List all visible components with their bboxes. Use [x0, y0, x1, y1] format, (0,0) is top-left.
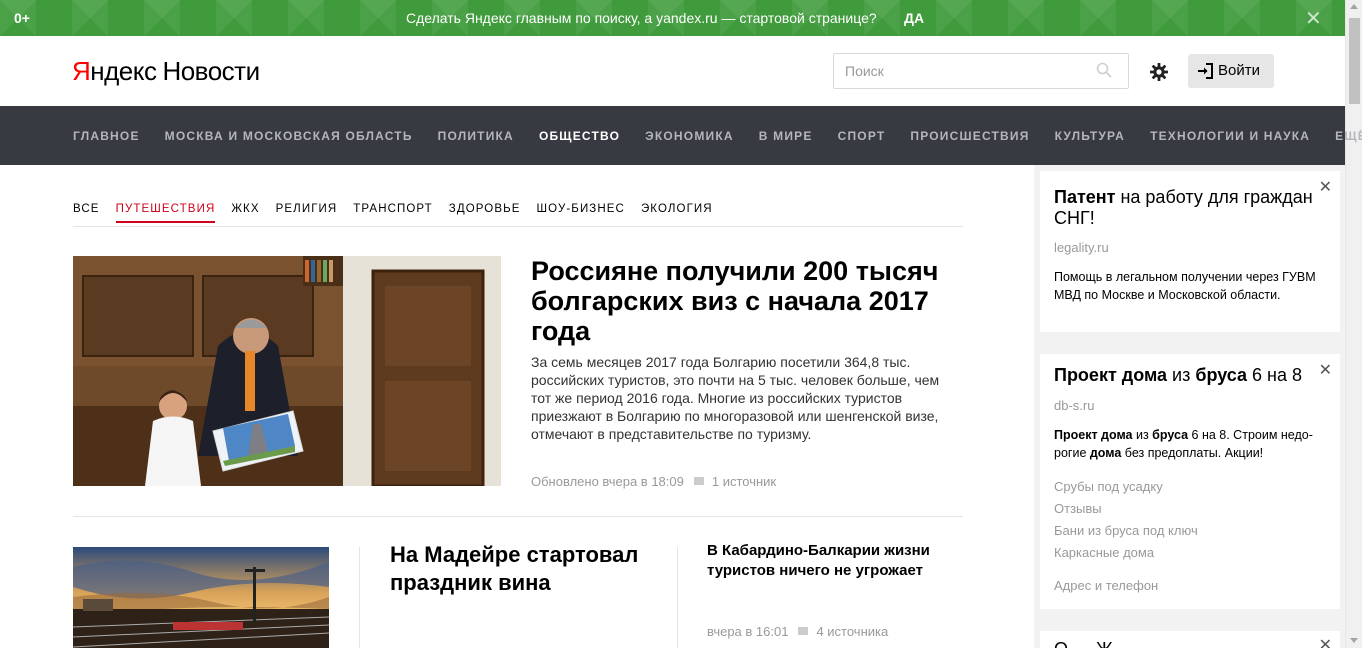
search-input[interactable] — [845, 63, 1085, 79]
sources-icon — [693, 477, 704, 485]
story3-sources-link[interactable]: 4 источника — [816, 624, 888, 639]
story3-meta: вчера в 16:01 4 источника — [707, 624, 888, 639]
scrollbar-thumb[interactable] — [1349, 18, 1360, 104]
yandex-news-logo[interactable]: Яндекс Новости — [72, 56, 260, 87]
ad-contact-link[interactable]: Адрес и телефон — [1054, 578, 1158, 593]
main-story-text: За семь месяцев 2017 года Болгарию посет… — [531, 354, 940, 442]
story-divider — [73, 516, 963, 517]
site-header: ЯндексНовости Войти — [0, 36, 1345, 106]
promo-bar: 0+ Сделать Яндекс главным по поиску, а y… — [0, 0, 1345, 36]
nav-item-moscow[interactable]: МОСКВА И МОСКОВСКАЯ ОБЛАСТЬ — [165, 129, 413, 143]
main-story-updated: Обновлено вчера в 18:09 — [531, 474, 684, 489]
promo-message: Сделать Яндекс главным по поиску, а yand… — [406, 10, 877, 26]
nav-item-main[interactable]: ГЛАВНОЕ — [73, 129, 140, 143]
ad-description: Помощь в легальном получении через ГУВМ … — [1054, 270, 1316, 302]
scroll-down-icon[interactable] — [1350, 638, 1358, 643]
login-button[interactable]: Войти — [1188, 54, 1274, 88]
subnav-item-showbiz[interactable]: ШОУ-БИЗНЕС — [537, 203, 625, 223]
ad-title[interactable]: Патент на работу для граждан СНГ! — [1054, 187, 1326, 229]
column-divider — [677, 547, 678, 648]
ad-card[interactable]: ✕ Проект дома из бруса 6 на 8 db-s.ru Пр… — [1040, 354, 1340, 609]
page-scrollbar[interactable] — [1345, 0, 1362, 648]
scroll-up-icon[interactable] — [1350, 4, 1358, 9]
gear-icon[interactable] — [1149, 62, 1169, 82]
story3-time: вчера в 16:01 — [707, 624, 789, 639]
sources-icon — [798, 627, 809, 635]
search-box[interactable] — [833, 53, 1129, 89]
main-story-image[interactable] — [73, 256, 501, 486]
nav-item-sport[interactable]: СПОРТ — [838, 129, 886, 143]
nav-item-society[interactable]: ОБЩЕСТВО — [539, 129, 620, 143]
nav-item-culture[interactable]: КУЛЬТУРА — [1055, 129, 1125, 143]
story3-title[interactable]: В Кабардино-Балкарии жизни туристов ниче… — [707, 541, 957, 581]
search-icon[interactable] — [1096, 62, 1112, 78]
ad-card[interactable]: ✕ Патент на работу для граждан СНГ! lega… — [1040, 171, 1340, 332]
subnav-item-ecology[interactable]: ЭКОЛОГИЯ — [641, 203, 713, 223]
ad-title[interactable]: Проект дома из бруса 6 на 8 — [1054, 365, 1326, 386]
sidebar-ads: ✕ Патент на работу для граждан СНГ! lega… — [1034, 165, 1345, 648]
age-rating: 0+ — [14, 10, 30, 26]
nav-item-incidents[interactable]: ПРОИСШЕСТВИЯ — [910, 129, 1029, 143]
subnav-item-health[interactable]: ЗДОРОВЬЕ — [449, 203, 521, 223]
nav-item-world[interactable]: В МИРЕ — [759, 129, 813, 143]
main-story-meta: Обновлено вчера в 18:09 1 источник — [531, 474, 776, 489]
subnav-item-transport[interactable]: ТРАНСПОРТ — [353, 203, 433, 223]
main-story-title[interactable]: Россияне получили 200 тысяч болгарских в… — [531, 256, 963, 346]
nav-item-politics[interactable]: ПОЛИТИКА — [438, 129, 514, 143]
ad-domain[interactable]: legality.ru — [1054, 240, 1109, 255]
ad-sitelink[interactable]: Бани из бруса под ключ — [1054, 523, 1198, 538]
promo-accept-button[interactable]: ДА — [904, 10, 924, 26]
subnav-item-religion[interactable]: РЕЛИГИЯ — [276, 203, 338, 223]
story2-title[interactable]: На Мадейре стартовал праздник вина — [390, 541, 650, 597]
subnav: ВСЕ ПУТЕШЕСТВИЯ ЖКХ РЕЛИГИЯ ТРАНСПОРТ ЗД… — [73, 203, 963, 227]
ad-sitelink[interactable]: Срубы под усадку — [1054, 479, 1163, 494]
ad-title[interactable]: О … Ж — [1054, 639, 1326, 648]
story2-image[interactable] — [73, 547, 329, 648]
nav-item-tech-science[interactable]: ТЕХНОЛОГИИ И НАУКА — [1150, 129, 1310, 143]
ad-card[interactable]: ✕ О … Ж — [1040, 631, 1340, 648]
login-label: Войти — [1218, 62, 1260, 79]
ad-description: Проект дома из бруса 6 на 8. Строим недо… — [1054, 428, 1313, 460]
subnav-item-all[interactable]: ВСЕ — [73, 203, 100, 223]
main-nav: ГЛАВНОЕ МОСКВА И МОСКОВСКАЯ ОБЛАСТЬ ПОЛИ… — [0, 106, 1362, 165]
ad-domain[interactable]: db-s.ru — [1054, 398, 1094, 413]
subnav-item-housing[interactable]: ЖКХ — [231, 203, 259, 223]
subnav-item-travel[interactable]: ПУТЕШЕСТВИЯ — [115, 203, 216, 223]
column-divider — [359, 547, 360, 648]
login-icon — [1198, 63, 1213, 79]
nav-item-economy[interactable]: ЭКОНОМИКА — [645, 129, 734, 143]
nav-item-more[interactable]: ЕЩЁ — [1335, 129, 1362, 143]
main-story-sources-link[interactable]: 1 источник — [712, 474, 776, 489]
ad-sitelink[interactable]: Отзывы — [1054, 501, 1102, 516]
close-icon[interactable]: ✕ — [1305, 6, 1322, 31]
ad-sitelink[interactable]: Каркасные дома — [1054, 545, 1154, 560]
